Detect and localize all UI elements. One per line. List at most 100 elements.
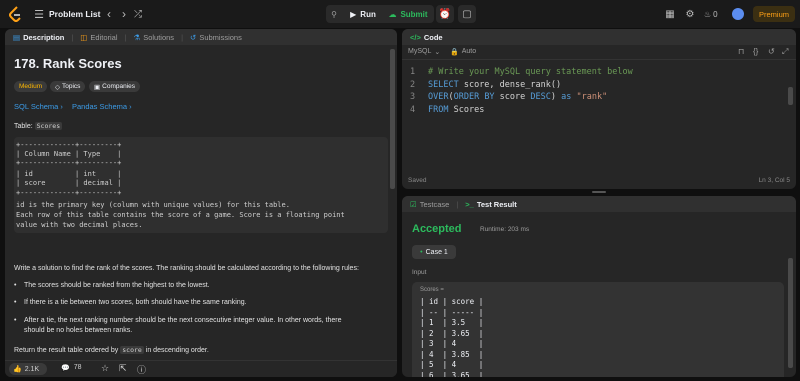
code-token: # Write your MySQL query statement below: [428, 67, 633, 77]
input-label: Input: [412, 269, 427, 276]
line-number: 1: [410, 67, 416, 77]
notes-icon[interactable]: ▢: [458, 5, 476, 23]
shuffle-icon[interactable]: ⤮: [131, 7, 145, 21]
description-scrollbar[interactable]: [390, 49, 395, 189]
problem-title: 178. Rank Scores: [14, 56, 122, 71]
like-button[interactable]: 👍 2.1K: [9, 363, 47, 375]
comments-button[interactable]: 💬 78: [61, 364, 82, 372]
cloud-upload-icon: ☁: [388, 9, 397, 19]
run-submit-bar: ⚲ ▶ Run ☁ Submit: [326, 5, 434, 23]
lock-icon: ▣: [94, 83, 101, 91]
timer-icon[interactable]: ⏰: [436, 5, 454, 23]
streak-counter[interactable]: ♨ 0: [704, 7, 718, 21]
tab-editorial[interactable]: ◫ Editorial: [80, 33, 117, 42]
table-line: | 6 | 3.65 |: [420, 370, 484, 378]
code-line[interactable]: 2 SELECT score, dense_rank(): [410, 79, 561, 91]
scores-label: Scores =: [420, 287, 444, 293]
rule-item-continuation: should be no holes between ranks.: [24, 327, 133, 334]
flask-icon: ⚗: [133, 32, 141, 42]
chevron-down-icon: ⌄: [434, 49, 441, 56]
code-line[interactable]: 1 # Write your MySQL query statement belo…: [410, 66, 633, 78]
schema-line: +-------------+---------+: [16, 189, 122, 197]
line-number: 2: [410, 79, 416, 90]
premium-button[interactable]: Premium: [753, 6, 795, 22]
table-line: | 2 | 3.65 |: [420, 328, 484, 338]
run-button[interactable]: ▶ Run: [344, 5, 382, 23]
case-1-tab[interactable]: • Case 1: [412, 245, 456, 259]
tab-submissions[interactable]: ↺ Submissions: [190, 33, 242, 42]
code-token: ): [550, 92, 562, 102]
avatar[interactable]: [732, 8, 744, 20]
reset-icon[interactable]: ↺: [768, 47, 775, 56]
tag-icon: ◇: [55, 83, 60, 91]
tab-description[interactable]: ▤ Description: [13, 33, 64, 42]
companies-tag[interactable]: ▣ Companies: [89, 81, 141, 92]
code-line[interactable]: 4 FROM Scores: [410, 104, 484, 116]
code-token: "rank": [576, 92, 608, 102]
help-icon[interactable]: ⓘ: [137, 363, 146, 376]
fire-icon: ♨: [704, 9, 712, 19]
difficulty-badge: Medium: [14, 81, 48, 92]
result-scrollbar[interactable]: [788, 258, 793, 368]
code-icon: </>: [410, 32, 421, 42]
description-tabs: ▤ Description | ◫ Editorial | ⚗ Solutions |…: [5, 29, 397, 45]
share-icon[interactable]: ⇱: [119, 363, 127, 374]
schema-line: | id | int |: [16, 170, 122, 178]
tab-testcase[interactable]: ☑ Testcase: [410, 200, 449, 209]
table-name-code: Scores: [34, 122, 63, 130]
schema-line: id is the primary key (column with uniqu…: [16, 201, 290, 209]
fullscreen-icon[interactable]: ⤢: [782, 47, 788, 57]
format-braces-icon[interactable]: {}: [753, 47, 758, 56]
table-line: | 1 | 3.5 |: [420, 318, 484, 327]
submit-button[interactable]: ☁ Submit: [384, 5, 432, 23]
layout-grid-icon[interactable]: ▦: [664, 8, 676, 20]
sql-schema-link[interactable]: SQL Schema ›: [14, 102, 63, 111]
return-instruction: Return the result table ordered by score…: [14, 346, 209, 354]
thumbs-up-icon: 👍: [13, 366, 22, 373]
code-token: ORDER BY: [453, 92, 495, 102]
play-icon: ▶: [350, 9, 357, 19]
schema-line: +-------------+---------+: [16, 141, 122, 149]
accepted-status: Accepted: [412, 223, 462, 235]
editor-header: </> Code: [402, 29, 796, 45]
code-token: SELECT: [428, 79, 459, 90]
problem-list-link[interactable]: Problem List: [49, 7, 100, 21]
debug-icon[interactable]: ⚲: [326, 5, 342, 23]
prev-problem-icon[interactable]: ‹: [102, 7, 116, 21]
chevron-right-icon: ›: [60, 102, 63, 111]
leetcode-logo-icon[interactable]: [8, 6, 24, 22]
rule-item: The scores should be ranked from the hig…: [14, 282, 210, 289]
code-token: Scores: [448, 104, 485, 115]
saved-status: Saved: [408, 177, 427, 184]
description-panel: ▤ Description | ◫ Editorial | ⚗ Solutions |…: [5, 29, 397, 377]
test-result-panel: ☑ Testcase | >_ Test Result Accepted Runti…: [402, 196, 796, 377]
tab-code[interactable]: </> Code: [410, 33, 443, 42]
language-select[interactable]: MySQL ⌄: [408, 48, 440, 56]
table-line: | id | score |: [420, 297, 484, 306]
schema-line: | score | decimal |: [16, 179, 122, 187]
cursor-position: Ln 3, Col 5: [758, 177, 790, 184]
editor-scrollbar[interactable]: [788, 87, 793, 105]
runtime-text: Runtime: 203 ms: [480, 226, 530, 233]
tab-solutions[interactable]: ⚗ Solutions: [133, 33, 174, 42]
top-bar: ☰ Problem List ‹ › ⤮ ⚲ ▶ Run ☁ Submit ⏰ …: [0, 0, 800, 28]
topics-tag[interactable]: ◇ Topics: [50, 81, 86, 92]
panel-resize-handle[interactable]: [592, 191, 606, 193]
table-line: | 5 | 4 |: [420, 360, 484, 369]
schema-line: +-------------+---------+: [16, 159, 122, 167]
star-icon[interactable]: ☆: [101, 363, 109, 374]
problem-list-icon[interactable]: ☰: [33, 8, 45, 21]
schema-line: value with two decimal places.: [16, 221, 143, 229]
lock-icon: 🔒: [450, 49, 459, 56]
document-icon: ▤: [13, 32, 21, 42]
pandas-schema-link[interactable]: Pandas Schema ›: [72, 102, 132, 111]
code-line[interactable]: 3 OVER(ORDER BY score DESC) as "rank": [410, 91, 607, 103]
bookmark-icon[interactable]: ⊓: [738, 47, 744, 56]
code-token: FROM: [428, 104, 449, 115]
line-number: 4: [410, 104, 416, 115]
auto-mode-toggle[interactable]: 🔒 Auto: [450, 48, 476, 56]
book-icon: ◫: [80, 32, 88, 42]
settings-gear-icon[interactable]: ⚙: [684, 8, 696, 20]
next-problem-icon[interactable]: ›: [117, 7, 131, 21]
tab-test-result[interactable]: >_ Test Result: [465, 200, 516, 209]
